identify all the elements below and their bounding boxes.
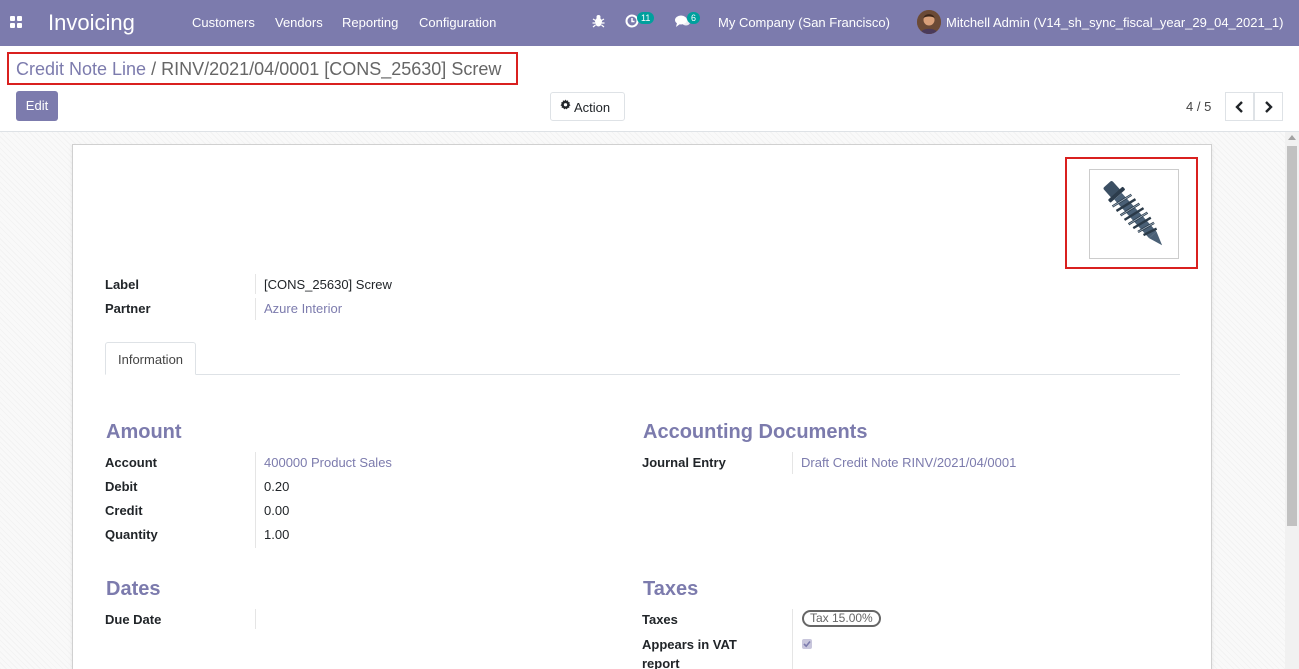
quantity-value: 1.00: [264, 527, 290, 542]
debit-value: 0.20: [264, 479, 290, 494]
breadcrumb: Credit Note Line / RINV/2021/04/0001 [CO…: [16, 59, 501, 80]
dates-group-title: Dates: [106, 578, 161, 600]
credit-value: 0.00: [264, 503, 290, 518]
product-image[interactable]: [1089, 169, 1179, 259]
chevron-right-icon: [1265, 101, 1273, 113]
partner-field-label: Partner: [105, 301, 151, 316]
journal-entry-link[interactable]: Draft Credit Note RINV/2021/04/0001: [801, 455, 1016, 470]
menu-reporting[interactable]: Reporting: [342, 15, 398, 30]
screw-image: [1103, 181, 1163, 246]
checkmark-icon: [803, 640, 811, 648]
tax-tag: Tax 15.00%: [802, 610, 881, 627]
scroll-up-arrow-icon[interactable]: [1288, 135, 1296, 140]
field-divider: [255, 609, 256, 629]
due-date-field-label: Due Date: [105, 612, 162, 627]
pager-previous-button[interactable]: [1225, 92, 1254, 121]
tab-information[interactable]: Information: [105, 342, 196, 375]
taxes-field-label: Taxes: [642, 612, 678, 627]
menu-customers[interactable]: Customers: [192, 15, 255, 30]
label-field-value: [CONS_25630] Screw: [264, 277, 392, 292]
partner-link[interactable]: Azure Interior: [264, 301, 342, 316]
menu-configuration[interactable]: Configuration: [419, 15, 496, 30]
accounting-documents-group-title: Accounting Documents: [643, 421, 868, 443]
gear-icon: [560, 99, 571, 113]
field-divider: [792, 452, 793, 474]
menu-vendors[interactable]: Vendors: [275, 15, 323, 30]
vat-report-field-label-line1: Appears in VAT: [642, 637, 737, 652]
vat-report-checkbox[interactable]: [802, 639, 812, 649]
taxes-group-title: Taxes: [643, 578, 699, 600]
user-menu[interactable]: Mitchell Admin (V14_sh_sync_fiscal_year_…: [946, 15, 1284, 30]
top-navbar: Invoicing Customers Vendors Reporting Co…: [0, 0, 1299, 46]
company-switcher[interactable]: My Company (San Francisco): [718, 15, 890, 30]
vertical-scrollbar[interactable]: [1285, 132, 1299, 669]
edit-button[interactable]: Edit: [16, 91, 58, 121]
tab-information-label: Information: [118, 352, 184, 367]
action-button[interactable]: Action: [550, 92, 625, 121]
breadcrumb-separator: /: [151, 59, 157, 79]
amount-group-title: Amount: [106, 421, 182, 443]
account-field-label: Account: [105, 455, 157, 470]
breadcrumb-parent-link[interactable]: Credit Note Line: [16, 59, 146, 79]
pager-value[interactable]: 4 / 5: [1186, 99, 1211, 114]
user-avatar[interactable]: [917, 10, 941, 34]
scrollbar-thumb[interactable]: [1287, 146, 1297, 526]
messages-count-badge: 6: [687, 12, 701, 24]
journal-entry-field-label: Journal Entry: [642, 455, 726, 470]
breadcrumb-current: RINV/2021/04/0001 [CONS_25630] Screw: [161, 59, 502, 79]
tab-bar-line: [105, 374, 1180, 375]
action-label: Action: [574, 100, 611, 115]
field-divider: [255, 298, 256, 320]
field-divider: [792, 609, 793, 669]
app-title[interactable]: Invoicing: [48, 10, 135, 36]
activity-count-badge: 11: [637, 12, 655, 24]
apps-menu-icon[interactable]: [10, 16, 22, 28]
field-divider: [255, 452, 256, 548]
chevron-left-icon: [1235, 101, 1243, 113]
label-field-label: Label: [105, 277, 139, 292]
account-link[interactable]: 400000 Product Sales: [264, 455, 392, 470]
vat-report-field-label-line2: report: [642, 656, 680, 669]
quantity-field-label: Quantity: [105, 527, 158, 542]
debug-bug-icon[interactable]: [592, 14, 605, 31]
credit-field-label: Credit: [105, 503, 143, 518]
pager-next-button[interactable]: [1254, 92, 1283, 121]
field-divider: [255, 274, 256, 294]
debit-field-label: Debit: [105, 479, 138, 494]
form-sheet: [72, 144, 1212, 669]
